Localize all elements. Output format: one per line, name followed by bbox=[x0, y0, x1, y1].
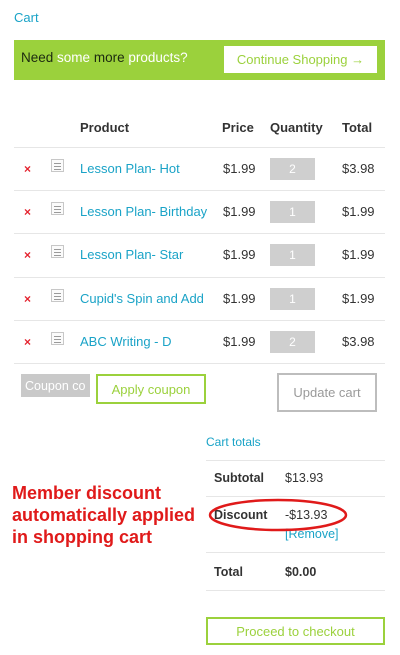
column-header-price: Price bbox=[222, 120, 254, 135]
line-total: $3.98 bbox=[342, 334, 375, 349]
coupon-code-input[interactable] bbox=[21, 374, 90, 397]
product-name-link[interactable]: Cupid's Spin and Add bbox=[80, 291, 204, 306]
product-price: $1.99 bbox=[223, 334, 256, 349]
banner-text-some: some bbox=[57, 50, 91, 65]
subtotal-label: Subtotal bbox=[214, 471, 264, 485]
total-label: Total bbox=[214, 565, 243, 579]
update-cart-button[interactable]: Update cart bbox=[277, 373, 377, 412]
product-name-link[interactable]: ABC Writing - D bbox=[80, 334, 172, 349]
table-divider bbox=[14, 233, 385, 234]
proceed-to-checkout-button[interactable]: Proceed to checkout bbox=[206, 617, 385, 645]
continue-shopping-button[interactable]: Continue Shopping → bbox=[224, 46, 377, 73]
table-divider bbox=[14, 147, 385, 148]
continue-shopping-banner: Need some more products? Continue Shoppi… bbox=[14, 40, 385, 80]
table-divider bbox=[14, 277, 385, 278]
annotation-callout: Member discount automatically applied in… bbox=[12, 482, 202, 548]
table-divider bbox=[14, 363, 385, 364]
banner-text-need: Need bbox=[21, 50, 54, 65]
product-thumbnail[interactable] bbox=[51, 245, 64, 258]
total-value: $0.00 bbox=[285, 565, 317, 579]
cart-totals-title: Cart totals bbox=[206, 435, 261, 449]
totals-divider bbox=[206, 552, 385, 553]
product-price: $1.99 bbox=[223, 247, 256, 262]
product-name-link[interactable]: Lesson Plan- Hot bbox=[80, 161, 180, 176]
apply-coupon-button[interactable]: Apply coupon bbox=[96, 374, 206, 404]
quantity-input[interactable]: 1 bbox=[270, 201, 315, 223]
remove-item-icon[interactable]: × bbox=[24, 162, 31, 176]
annotation-line-3: in shopping cart bbox=[12, 527, 153, 547]
column-header-product: Product bbox=[80, 120, 130, 135]
table-divider bbox=[14, 190, 385, 191]
product-name-link[interactable]: Lesson Plan- Star bbox=[80, 247, 183, 262]
banner-text-more: more bbox=[93, 50, 125, 65]
annotation-line-1: Member discount bbox=[12, 483, 162, 503]
product-price: $1.99 bbox=[223, 161, 256, 176]
remove-item-icon[interactable]: × bbox=[24, 248, 31, 262]
product-thumbnail[interactable] bbox=[51, 202, 64, 215]
banner-text-products: products? bbox=[128, 50, 188, 65]
remove-item-icon[interactable]: × bbox=[24, 292, 31, 306]
line-total: $1.99 bbox=[342, 291, 375, 306]
column-header-total: Total bbox=[342, 120, 373, 135]
annotation-line-2: automatically applied bbox=[12, 505, 196, 525]
table-divider bbox=[14, 320, 385, 321]
subtotal-value: $13.93 bbox=[285, 471, 324, 485]
banner-text: Need some more products? bbox=[21, 50, 188, 65]
product-price: $1.99 bbox=[223, 291, 256, 306]
line-total: $3.98 bbox=[342, 161, 375, 176]
line-total: $1.99 bbox=[342, 247, 375, 262]
annotation-ellipse bbox=[208, 498, 348, 532]
remove-item-icon[interactable]: × bbox=[24, 335, 31, 349]
quantity-input[interactable]: 1 bbox=[270, 288, 315, 310]
product-thumbnail[interactable] bbox=[51, 159, 64, 172]
line-total: $1.99 bbox=[342, 204, 375, 219]
column-header-quantity: Quantity bbox=[270, 120, 323, 135]
quantity-input[interactable]: 2 bbox=[270, 158, 315, 180]
remove-item-icon[interactable]: × bbox=[24, 205, 31, 219]
page-title: Cart bbox=[14, 10, 39, 25]
product-thumbnail[interactable] bbox=[51, 289, 64, 302]
product-name-link[interactable]: Lesson Plan- Birthday bbox=[80, 204, 207, 219]
totals-divider bbox=[206, 590, 385, 591]
product-price: $1.99 bbox=[223, 204, 256, 219]
quantity-input[interactable]: 2 bbox=[270, 331, 315, 353]
quantity-input[interactable]: 1 bbox=[270, 244, 315, 266]
totals-divider bbox=[206, 460, 385, 461]
product-thumbnail[interactable] bbox=[51, 332, 64, 345]
